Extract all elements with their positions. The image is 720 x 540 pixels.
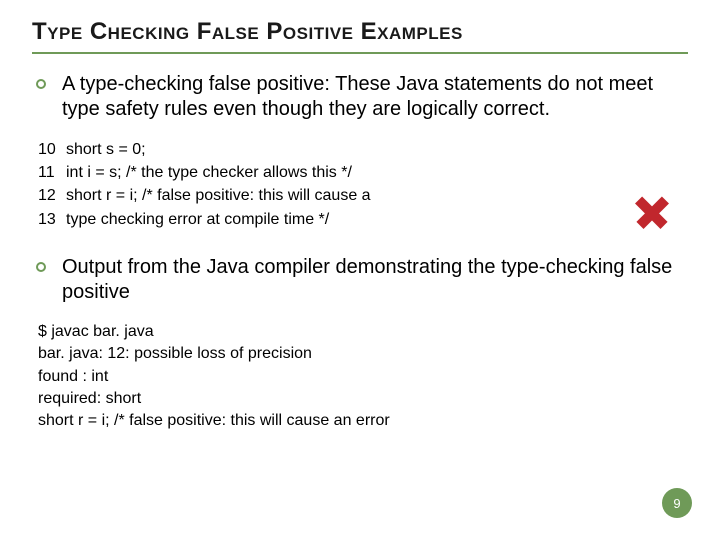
code-text: short s = 0; [66, 138, 146, 161]
slide-title: Type Checking False Positive Examples [32, 18, 688, 54]
code-text: short r = i; /* false positive: this wil… [66, 184, 371, 207]
bullet-text: Output from the Java compiler demonstrat… [62, 255, 684, 305]
output-line: bar. java: 12: possible loss of precisio… [38, 343, 688, 365]
bullet-item: A type-checking false positive: These Ja… [32, 72, 688, 122]
error-cross-icon [630, 190, 674, 234]
code-line: 10 short s = 0; [38, 138, 688, 161]
output-line: found : int [38, 366, 688, 388]
code-line: 13 type checking error at compile time *… [38, 208, 688, 231]
output-line: required: short [38, 388, 688, 410]
page-number-badge: 9 [662, 488, 692, 518]
code-text: int i = s; /* the type checker allows th… [66, 161, 352, 184]
slide: Type Checking False Positive Examples A … [0, 0, 720, 540]
bullet-item: Output from the Java compiler demonstrat… [32, 255, 688, 305]
code-line: 12 short r = i; /* false positive: this … [38, 184, 688, 207]
line-number: 12 [38, 184, 66, 207]
line-number: 13 [38, 208, 66, 231]
code-line: 11 int i = s; /* the type checker allows… [38, 161, 688, 184]
line-number: 11 [38, 161, 66, 184]
bullet-text: A type-checking false positive: These Ja… [62, 72, 684, 122]
page-number: 9 [673, 496, 680, 511]
output-line: $ javac bar. java [38, 321, 688, 343]
bullet-icon [36, 262, 46, 272]
code-block: 10 short s = 0; 11 int i = s; /* the typ… [38, 138, 688, 231]
line-number: 10 [38, 138, 66, 161]
bullet-icon [36, 79, 46, 89]
output-line: short r = i; /* false positive: this wil… [38, 410, 688, 432]
compiler-output: $ javac bar. java bar. java: 12: possibl… [38, 321, 688, 433]
code-text: type checking error at compile time */ [66, 208, 329, 231]
